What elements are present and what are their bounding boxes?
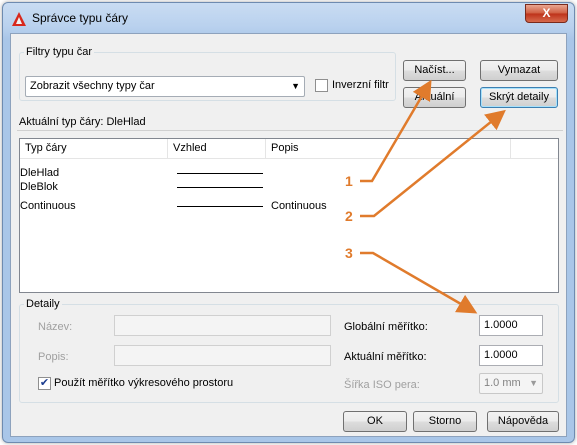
- name-field[interactable]: [114, 315, 331, 336]
- filter-group-label: Filtry typu čar: [26, 46, 93, 58]
- use-paper-space-label: Použít měřítko výkresového prostoru: [54, 377, 234, 389]
- callout-label-3: 3: [345, 245, 353, 261]
- iso-pen-width-label: Šířka ISO pera:: [344, 379, 420, 391]
- current-linetype-label: Aktuální typ čáry: DleHlad: [19, 116, 146, 128]
- app-logo-icon: [12, 12, 26, 26]
- list-item[interactable]: Continuous Continuous: [20, 200, 558, 213]
- filter-select[interactable]: Zobrazit všechny typy čar ▼: [25, 76, 305, 97]
- cancel-button[interactable]: Storno: [413, 411, 477, 432]
- chevron-down-icon: ▼: [529, 378, 538, 388]
- hide-details-button[interactable]: Skrýt detaily: [480, 87, 558, 108]
- iso-pen-width-select[interactable]: 1.0 mm ▼: [479, 373, 543, 394]
- close-button[interactable]: X: [525, 4, 568, 23]
- linetype-preview: [177, 187, 263, 188]
- window-title: Správce typu čáry: [32, 11, 129, 25]
- title-bar[interactable]: Správce typu čáry X: [3, 3, 574, 33]
- use-paper-space-checkbox[interactable]: ✔: [38, 377, 51, 390]
- description-field[interactable]: [114, 345, 331, 366]
- invert-filter-label: Inverzní filtr: [332, 79, 389, 91]
- list-item[interactable]: DleHlad: [20, 167, 558, 180]
- delete-button[interactable]: Vymazat: [480, 60, 558, 81]
- details-group-label: Detaily: [26, 298, 60, 310]
- filter-select-value: Zobrazit všechny typy čar: [30, 80, 155, 92]
- linetype-preview: [177, 206, 263, 207]
- dialog-body: Filtry typu čar Zobrazit všechny typy ča…: [10, 33, 567, 437]
- callout-label-2: 2: [345, 208, 353, 224]
- name-label: Název:: [38, 321, 73, 333]
- global-scale-label: Globální měřítko:: [344, 321, 428, 333]
- ok-button[interactable]: OK: [343, 411, 407, 432]
- column-header-linetype[interactable]: Typ čáry: [20, 139, 168, 159]
- load-button[interactable]: Načíst...: [403, 60, 466, 81]
- iso-pen-width-value: 1.0 mm: [484, 377, 521, 389]
- column-header-appearance[interactable]: Vzhled: [168, 139, 266, 159]
- list-header: Typ čáry Vzhled Popis: [20, 139, 558, 159]
- current-scale-label: Aktuální měřítko:: [344, 351, 427, 363]
- description-label: Popis:: [38, 351, 69, 363]
- callout-label-1: 1: [345, 173, 353, 189]
- global-scale-input[interactable]: 1.0000: [479, 315, 543, 336]
- help-button[interactable]: Nápověda: [487, 411, 559, 432]
- list-item[interactable]: DleBlok: [20, 181, 558, 194]
- linetype-list[interactable]: Typ čáry Vzhled Popis DleHlad DleBlok Co…: [19, 138, 559, 293]
- divider: [17, 130, 563, 131]
- current-scale-input[interactable]: 1.0000: [479, 345, 543, 366]
- current-linetype-value: DleHlad: [106, 116, 146, 128]
- linetype-manager-window: Správce typu čáry X Filtry typu čar Zobr…: [2, 2, 575, 443]
- column-header-description[interactable]: Popis: [266, 139, 511, 159]
- linetype-preview: [177, 173, 263, 174]
- invert-filter-checkbox[interactable]: [315, 79, 328, 92]
- set-current-button[interactable]: Aktuální: [403, 87, 466, 108]
- chevron-down-icon: ▼: [291, 81, 300, 91]
